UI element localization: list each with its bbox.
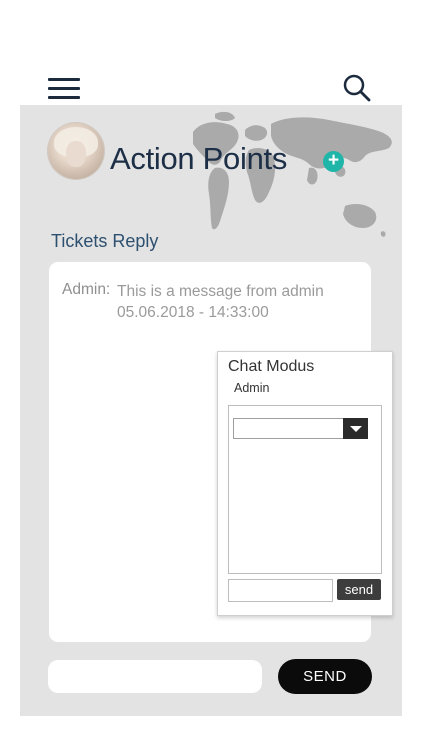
world-map-background [193,111,392,237]
message-timestamp: 05.06.2018 - 14:33:00 [117,304,269,321]
chat-modus-popup: Chat Modus Admin send [217,351,393,616]
menu-button[interactable] [48,76,82,102]
message-text: This is a message from admin [117,283,324,300]
chat-user: Admin [234,381,270,395]
page-title: Action Points [110,141,288,176]
search-button[interactable] [341,72,373,104]
add-button[interactable]: + [323,151,344,172]
chat-title: Chat Modus [228,358,315,375]
hamburger-menu-icon [48,78,80,81]
tickets-reply-label: Tickets Reply [51,231,159,251]
message-body: This is a message from admin 05.06.2018 … [117,281,324,323]
avatar-face [66,141,86,167]
avatar[interactable] [48,123,104,179]
chat-send-button[interactable]: send [337,579,381,600]
plus-icon: + [327,150,340,171]
chat-message-input[interactable] [228,579,333,602]
chevron-down-icon[interactable] [343,418,368,439]
chat-recipient-select[interactable] [233,418,368,439]
message-author: Admin: [62,281,111,298]
send-button[interactable]: SEND [278,659,372,694]
reply-input[interactable] [48,660,262,693]
menu-line [48,87,80,90]
menu-line [48,96,80,99]
chat-messages-area[interactable] [228,405,382,574]
search-icon [343,74,371,102]
